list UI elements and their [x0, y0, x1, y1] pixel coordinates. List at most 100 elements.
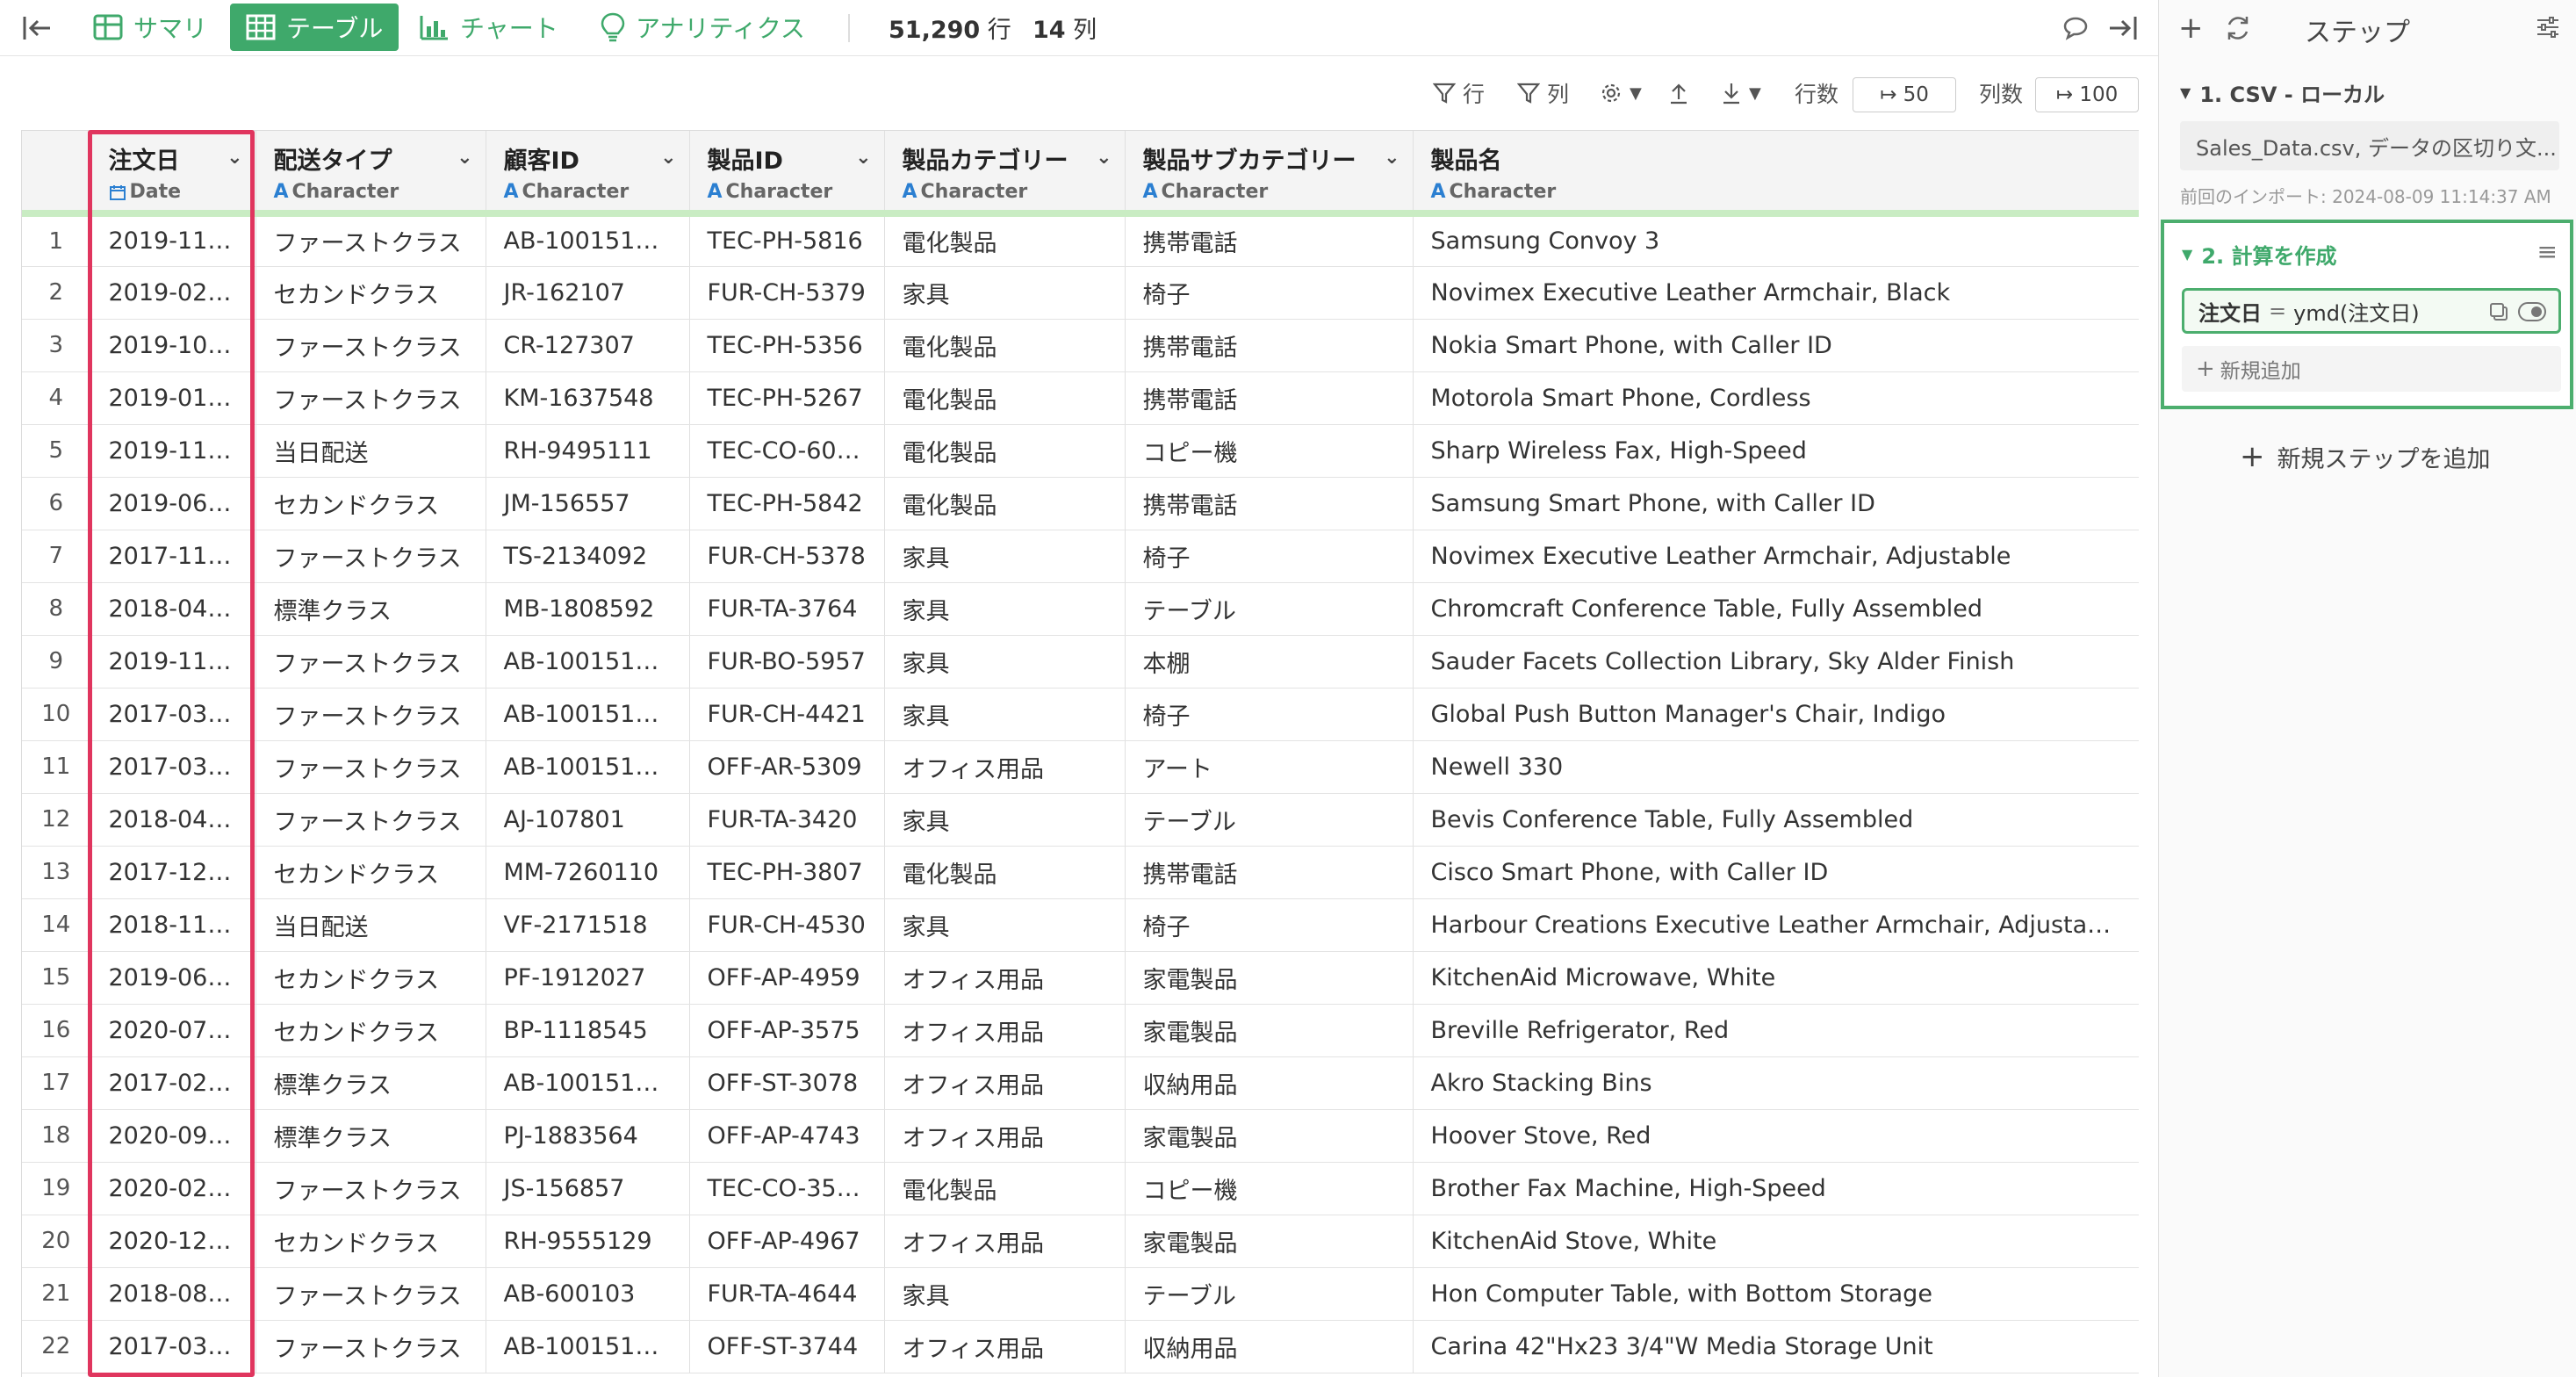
customer-id-cell[interactable]: BP-1118545: [486, 1004, 690, 1057]
customer-id-cell[interactable]: JM-156557: [486, 477, 690, 530]
product-id-cell[interactable]: TEC-PH-5356: [689, 319, 885, 372]
order-date-cell[interactable]: 2019-06-29: [90, 477, 256, 530]
order-date-cell[interactable]: 2020-02-01: [90, 1162, 256, 1215]
sort-asc-button[interactable]: [1668, 76, 1689, 111]
ship-mode-cell[interactable]: ファーストクラス: [255, 530, 486, 583]
table-row[interactable]: 16 2020-07-31 セカンドクラス BP-1118545 OFF-AP-3575…: [22, 1004, 2139, 1057]
subcategory-cell[interactable]: 家電製品: [1125, 1215, 1414, 1268]
product-id-cell[interactable]: TEC-CO-3597: [689, 1162, 885, 1215]
customer-id-cell[interactable]: RH-9495111: [486, 424, 690, 478]
ship-mode-cell[interactable]: ファーストクラス: [255, 688, 486, 741]
tab-table[interactable]: テーブル: [230, 4, 399, 51]
subcategory-cell[interactable]: 家電製品: [1125, 1109, 1414, 1163]
subcategory-cell[interactable]: 家電製品: [1125, 951, 1414, 1005]
category-cell[interactable]: オフィス用品: [884, 1320, 1126, 1373]
table-row[interactable]: 15 2019-06-07 セカンドクラス PF-1912027 OFF-AP-4959…: [22, 951, 2139, 1005]
order-date-cell[interactable]: 2020-09-08: [90, 1109, 256, 1163]
ship-mode-cell[interactable]: 標準クラス: [255, 582, 486, 636]
category-cell[interactable]: 電化製品: [884, 477, 1126, 530]
ship-mode-cell[interactable]: ファーストクラス: [255, 213, 486, 267]
product-id-cell[interactable]: TEC-PH-5267: [689, 371, 885, 425]
step-1-header[interactable]: ▼ 1. CSV - ローカル: [2180, 77, 2385, 108]
product-name-cell[interactable]: Novimex Executive Leather Armchair, Adju…: [1413, 530, 2139, 583]
subcategory-cell[interactable]: 収納用品: [1125, 1056, 1414, 1110]
collapse-left-icon[interactable]: [21, 12, 53, 44]
customer-id-cell[interactable]: CR-127307: [486, 319, 690, 372]
customer-id-cell[interactable]: AB-100151404: [486, 688, 690, 741]
category-cell[interactable]: オフィス用品: [884, 1215, 1126, 1268]
customer-id-cell[interactable]: AB-100151404: [486, 740, 690, 794]
table-row[interactable]: 4 2019-01-29 ファーストクラス KM-1637548 TEC-PH-5267…: [22, 371, 2139, 425]
table-row[interactable]: 22 2017-03-07 ファーストクラス AB-100151404 OFF-ST-3…: [22, 1320, 2139, 1373]
subcategory-cell[interactable]: 家電製品: [1125, 1004, 1414, 1057]
category-cell[interactable]: 電化製品: [884, 213, 1126, 267]
table-row[interactable]: 12 2018-04-20 ファーストクラス AJ-107801 FUR-TA-3420…: [22, 793, 2139, 847]
category-cell[interactable]: 家具: [884, 635, 1126, 688]
table-row[interactable]: 5 2019-11-06 当日配送 RH-9495111 TEC-CO-6011 電化製品…: [22, 424, 2139, 478]
product-name-cell[interactable]: Samsung Convoy 3: [1413, 213, 2139, 267]
table-row[interactable]: 3 2019-10-18 ファーストクラス CR-127307 TEC-PH-5356 電…: [22, 319, 2139, 372]
ship-mode-cell[interactable]: セカンドクラス: [255, 1004, 486, 1057]
product-id-cell[interactable]: OFF-AR-5309: [689, 740, 885, 794]
product-id-cell[interactable]: OFF-AP-4959: [689, 951, 885, 1005]
table-row[interactable]: 10 2017-03-07 ファーストクラス AB-100151404 FUR-CH-4…: [22, 688, 2139, 741]
table-row[interactable]: 19 2020-02-01 ファーストクラス JS-156857 TEC-CO-3597…: [22, 1162, 2139, 1215]
product-name-cell[interactable]: Cisco Smart Phone, with Caller ID: [1413, 846, 2139, 899]
product-name-cell[interactable]: Hon Computer Table, with Bottom Storage: [1413, 1267, 2139, 1321]
category-cell[interactable]: オフィス用品: [884, 740, 1126, 794]
product-id-cell[interactable]: FUR-CH-5379: [689, 266, 885, 320]
ship-mode-cell[interactable]: セカンドクラス: [255, 477, 486, 530]
category-cell[interactable]: 電化製品: [884, 1162, 1126, 1215]
product-id-cell[interactable]: TEC-CO-6011: [689, 424, 885, 478]
product-id-cell[interactable]: FUR-CH-4530: [689, 898, 885, 952]
subcategory-cell[interactable]: 椅子: [1125, 266, 1414, 320]
product-name-cell[interactable]: Brother Fax Machine, High-Speed: [1413, 1162, 2139, 1215]
column-header-product-name[interactable]: 製品名 A Character: [1413, 131, 2139, 217]
order-date-cell[interactable]: 2019-02-06: [90, 266, 256, 320]
product-name-cell[interactable]: Breville Refrigerator, Red: [1413, 1004, 2139, 1057]
product-name-cell[interactable]: Bevis Conference Table, Fully Assembled: [1413, 793, 2139, 847]
subcategory-cell[interactable]: 携帯電話: [1125, 477, 1414, 530]
order-date-cell[interactable]: 2017-03-07: [90, 688, 256, 741]
order-date-cell[interactable]: 2018-04-15: [90, 582, 256, 636]
toggle-icon[interactable]: [2518, 302, 2546, 321]
product-id-cell[interactable]: TEC-PH-3807: [689, 846, 885, 899]
customer-id-cell[interactable]: RH-9555129: [486, 1215, 690, 1268]
subcategory-cell[interactable]: 携帯電話: [1125, 213, 1414, 267]
copy-icon[interactable]: [2488, 301, 2509, 322]
category-cell[interactable]: 家具: [884, 898, 1126, 952]
ship-mode-cell[interactable]: セカンドクラス: [255, 1215, 486, 1268]
customer-id-cell[interactable]: AB-600103: [486, 1267, 690, 1321]
column-header-order-date[interactable]: 注文日 Date ⌄: [90, 131, 256, 217]
subcategory-cell[interactable]: テーブル: [1125, 793, 1414, 847]
product-id-cell[interactable]: OFF-AP-4743: [689, 1109, 885, 1163]
ship-mode-cell[interactable]: セカンドクラス: [255, 266, 486, 320]
filter-cols-button[interactable]: 列: [1517, 76, 1569, 111]
subcategory-cell[interactable]: 携帯電話: [1125, 846, 1414, 899]
ship-mode-cell[interactable]: ファーストクラス: [255, 1320, 486, 1373]
ship-mode-cell[interactable]: ファーストクラス: [255, 793, 486, 847]
product-name-cell[interactable]: Samsung Smart Phone, with Caller ID: [1413, 477, 2139, 530]
order-date-cell[interactable]: 2018-04-20: [90, 793, 256, 847]
ship-mode-cell[interactable]: 標準クラス: [255, 1056, 486, 1110]
subcategory-cell[interactable]: 椅子: [1125, 688, 1414, 741]
category-cell[interactable]: 電化製品: [884, 371, 1126, 425]
product-id-cell[interactable]: OFF-ST-3744: [689, 1320, 885, 1373]
order-date-cell[interactable]: 2017-12-27: [90, 846, 256, 899]
expand-right-icon[interactable]: [2107, 12, 2139, 44]
table-row[interactable]: 17 2017-02-19 標準クラス AB-100151402 OFF-ST-3078…: [22, 1056, 2139, 1110]
category-cell[interactable]: オフィス用品: [884, 951, 1126, 1005]
table-row[interactable]: 21 2018-08-09 ファーストクラス AB-600103 FUR-TA-4644…: [22, 1267, 2139, 1321]
download-menu-button[interactable]: ▼: [1721, 76, 1761, 111]
table-row[interactable]: 6 2019-06-29 セカンドクラス JM-156557 TEC-PH-5842 電化…: [22, 477, 2139, 530]
order-date-cell[interactable]: 2019-11-12: [90, 635, 256, 688]
product-name-cell[interactable]: Newell 330: [1413, 740, 2139, 794]
product-name-cell[interactable]: Akro Stacking Bins: [1413, 1056, 2139, 1110]
ship-mode-cell[interactable]: 当日配送: [255, 898, 486, 952]
order-date-cell[interactable]: 2019-01-29: [90, 371, 256, 425]
customer-id-cell[interactable]: KM-1637548: [486, 371, 690, 425]
order-date-cell[interactable]: 2017-03-07: [90, 1320, 256, 1373]
customer-id-cell[interactable]: PJ-1883564: [486, 1109, 690, 1163]
customer-id-cell[interactable]: JS-156857: [486, 1162, 690, 1215]
comment-icon[interactable]: [2060, 12, 2091, 44]
